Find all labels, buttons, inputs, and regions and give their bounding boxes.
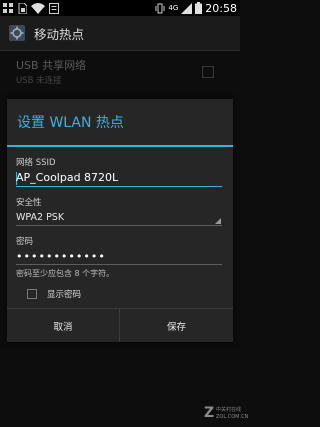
watermark-line1: 中关村在线 (216, 407, 242, 413)
usb-tethering-title: USB 共享网络 (16, 59, 87, 72)
sim-icon (18, 2, 27, 14)
vibrate-icon (155, 3, 165, 13)
clock: 20:58 (205, 1, 237, 15)
status-bar: 4G 20:58 (0, 0, 240, 16)
signal-icon (181, 2, 193, 14)
password-input[interactable]: •••••••••••• (16, 249, 221, 265)
security-select[interactable]: WPA2 PSK (16, 211, 216, 225)
usb-tethering-status: USB 未连接 (16, 76, 62, 86)
ssid-input-underline (16, 186, 222, 187)
security-select-underline (16, 225, 222, 226)
show-password-checkbox[interactable] (27, 289, 37, 299)
password-input-underline (16, 264, 222, 265)
network-type-label: 4G (168, 4, 179, 12)
watermark-line2: ZOL.COM.CN (216, 414, 249, 420)
page-title: 移动热点 (34, 26, 85, 42)
ssid-label: 网络 SSID (16, 158, 56, 168)
ssid-input[interactable]: AP_Coolpad 8720L (16, 170, 221, 186)
save-button[interactable]: 保存 (120, 309, 233, 342)
hotspot-settings-icon[interactable] (8, 24, 26, 42)
dialog-title: 设置 WLAN 热点 (17, 115, 124, 131)
show-password-label[interactable]: 显示密码 (47, 288, 81, 300)
status-bar-right: 4G 20:58 (155, 0, 237, 16)
dialog-title-divider (7, 145, 233, 147)
password-label: 密码 (16, 237, 34, 247)
notification-icon (49, 2, 59, 14)
status-bar-left (0, 2, 59, 14)
cancel-button[interactable]: 取消 (7, 309, 119, 342)
app-grid-icon (3, 2, 13, 13)
usb-tethering-item: USB 共享网络 USB 未连接 (16, 57, 216, 86)
security-label: 安全性 (16, 198, 42, 208)
watermark-z: Z (204, 405, 215, 421)
action-bar: 移动热点 (0, 16, 240, 51)
battery-icon (195, 2, 203, 14)
dropdown-arrow-icon[interactable] (215, 218, 221, 224)
zol-watermark-logo: Z 中关村在线 ZOL.COM.CN (204, 405, 248, 423)
usb-tethering-checkbox (202, 66, 214, 78)
password-hint: 密码至少应包含 8 个字符。 (16, 269, 115, 278)
wlan-hotspot-dialog: 设置 WLAN 热点 网络 SSID AP_Coolpad 8720L 安全性 … (7, 99, 233, 342)
wifi-icon (31, 2, 45, 14)
